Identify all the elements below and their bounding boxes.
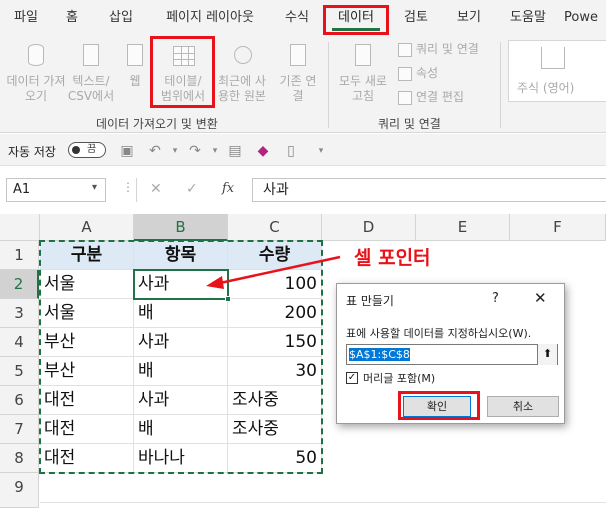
column-header-d[interactable]: D [322,214,416,241]
bank-icon [541,47,565,69]
queries-connections-button[interactable]: 쿼리 및 연결 [396,40,479,58]
customize-toolbar-icon[interactable]: ▾ [312,142,330,160]
refresh-all-button[interactable]: 모두 새로 고침 [334,44,392,104]
database-icon [25,44,47,70]
range-prompt: 표에 사용할 데이터를 지정하십시오(W). [346,327,532,340]
pointer-arrow-icon [206,255,341,289]
close-button[interactable]: ✕ [534,289,547,307]
new-file-icon[interactable]: ▯ [282,142,300,160]
column-header-b[interactable]: B [134,214,228,241]
existing-connections-button[interactable]: 기존 연결 [276,44,320,104]
row-header-7[interactable]: 7 [0,415,39,444]
row-header-1[interactable]: 1 [0,241,39,270]
data-tab-highlight [323,5,389,35]
insert-function-icon[interactable]: fx [222,181,234,196]
row-header-8[interactable]: 8 [0,444,39,473]
tab-review[interactable]: 검토 [392,0,440,36]
more-dots-icon: ⋮ [122,180,134,194]
data-types-gallery[interactable]: 주식 (영어) [508,40,606,102]
save-icon[interactable]: ▣ [118,142,136,160]
column-header-c[interactable]: C [228,214,322,241]
column-header-f[interactable]: F [510,214,606,241]
get-data-label: 데이터 가져오기 [6,74,66,103]
connection-file-icon [287,44,309,70]
text-csv-label: 텍스트/ CSV에서 [67,74,115,103]
clock-icon [231,44,253,70]
web-label: 웹 [129,74,141,88]
cell-pointer-annotation: 셀 포인터 [354,247,431,269]
undo-dropdown-icon[interactable]: ▾ [166,142,184,160]
edit-links-button[interactable]: 연결 편집 [396,88,464,106]
undo-icon[interactable]: ↶ [146,142,164,160]
row-header-4[interactable]: 4 [0,328,39,357]
name-box[interactable]: A1 [6,178,106,202]
web-button[interactable]: 웹 [120,44,150,89]
column-header-e[interactable]: E [416,214,510,241]
tab-page-layout[interactable]: 페이지 레이아웃 [150,0,270,36]
formula-input[interactable]: 사과 [252,178,606,202]
cancel-button[interactable]: 취소 [487,396,559,417]
enter-icon[interactable]: ✓ [186,181,198,197]
gridline [40,502,606,503]
row-header-9[interactable]: 9 [0,473,39,508]
tab-home[interactable]: 홈 [52,0,92,36]
help-button[interactable]: ? [492,291,499,306]
row-header-5[interactable]: 5 [0,357,39,386]
collapse-dialog-icon[interactable]: ⬆ [537,344,557,365]
ok-button-highlight [398,391,480,420]
tab-file[interactable]: 파일 [4,0,48,36]
has-headers-label: 머리글 포함(M) [363,372,436,385]
row-header-2[interactable]: 2 [0,270,39,299]
group-divider [328,42,329,128]
from-table-highlight [150,36,215,108]
text-csv-button[interactable]: 텍스트/ CSV에서 [64,44,118,104]
group-queries-label: 쿼리 및 연결 [378,117,441,131]
refresh-icon [352,44,374,70]
range-input[interactable]: $A$1:$C$8 ⬆ [346,344,558,365]
has-headers-checkbox[interactable]: ✓ [346,372,358,384]
web-page-icon [124,44,146,70]
row-header-6[interactable]: 6 [0,386,39,415]
tab-view[interactable]: 보기 [446,0,492,36]
recent-sources-button[interactable]: 최근에 사용한 원본 [214,44,270,104]
autosave-label: 자동 저장 [8,145,56,159]
group-get-transform-label: 데이터 가져오기 및 변환 [96,117,218,131]
refresh-all-label: 모두 새로 고침 [339,74,387,103]
existing-connections-label: 기존 연결 [279,74,317,103]
column-header-a[interactable]: A [40,214,134,241]
stocks-label: 주식 (영어) [517,81,575,95]
redo-dropdown-icon[interactable]: ▾ [206,142,224,160]
cancel-icon[interactable]: ✕ [150,181,162,197]
properties-button[interactable]: 속성 [396,64,438,82]
name-box-dropdown-icon[interactable]: ▾ [92,182,97,193]
autosave-toggle[interactable]: 끔 [68,142,106,158]
select-all-button[interactable] [0,214,40,241]
tab-help[interactable]: 도움말 [498,0,558,36]
row-header-3[interactable]: 3 [0,299,39,328]
range-value: $A$1:$C$8 [349,348,410,361]
document-icon [80,44,102,70]
dialog-title: 표 만들기 [346,294,394,308]
divider [136,178,137,202]
eraser-icon[interactable]: ◆ [254,142,272,160]
group-divider [500,42,501,128]
tab-power[interactable]: Powe [564,0,606,36]
redo-icon[interactable]: ↷ [186,142,204,160]
tab-insert[interactable]: 삽입 [96,0,146,36]
tab-formulas[interactable]: 수식 [274,0,320,36]
get-data-button[interactable]: 데이터 가져오기 [6,44,66,104]
recent-sources-label: 최근에 사용한 원본 [218,74,266,103]
print-preview-icon[interactable]: ▤ [226,142,244,160]
